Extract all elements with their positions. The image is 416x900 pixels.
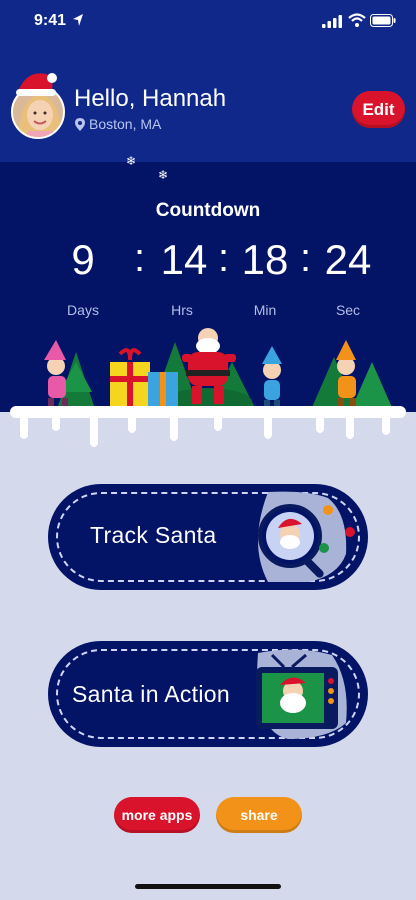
unit-minutes: Min [253,302,277,318]
snowflake-icon: ❄ [126,154,137,168]
tv-icon [256,649,347,739]
countdown-hours: 14 [160,236,208,283]
header: 9:41 Hello, Hannah Boston, MA Edit [0,0,416,162]
map-pin-icon [75,117,85,131]
santa-in-action-button[interactable]: Santa in Action [48,641,368,747]
unit-hours: Hrs [171,302,193,318]
countdown-separator: : [134,236,146,280]
countdown-title: Countdown [155,200,261,221]
countdown-separator: : [300,236,312,280]
unit-seconds: Sec [335,302,361,318]
share-button[interactable]: share [216,797,302,833]
wifi-icon [348,13,366,27]
track-santa-label: Track Santa [90,522,217,548]
location-label: Boston, MA [89,116,162,132]
santa-hat-icon [16,73,57,96]
greeting: Hello, Hannah [74,85,227,112]
countdown-separator: : [218,236,230,280]
status-bar: 9:41 [0,0,416,44]
status-time: 9:41 [34,12,67,29]
countdown-seconds: 24 [324,236,372,283]
countdown-days: 9 [71,236,95,283]
signal-icon [322,15,342,28]
battery-icon [370,14,396,27]
countdown-minutes: 18 [241,236,289,283]
christmas-scene-illustration [10,328,406,447]
track-santa-button[interactable]: Track Santa [48,484,368,590]
snowflake-icon: ❄ [158,168,169,182]
user-location: Boston, MA [75,116,161,132]
home-indicator[interactable] [135,884,281,889]
magnifier-icon [258,491,355,582]
edit-button[interactable]: Edit [352,91,405,128]
unit-days: Days [67,302,99,318]
more-apps-button[interactable]: more apps [114,797,200,833]
location-arrow-icon [73,14,83,26]
santa-in-action-label: Santa in Action [72,681,230,707]
